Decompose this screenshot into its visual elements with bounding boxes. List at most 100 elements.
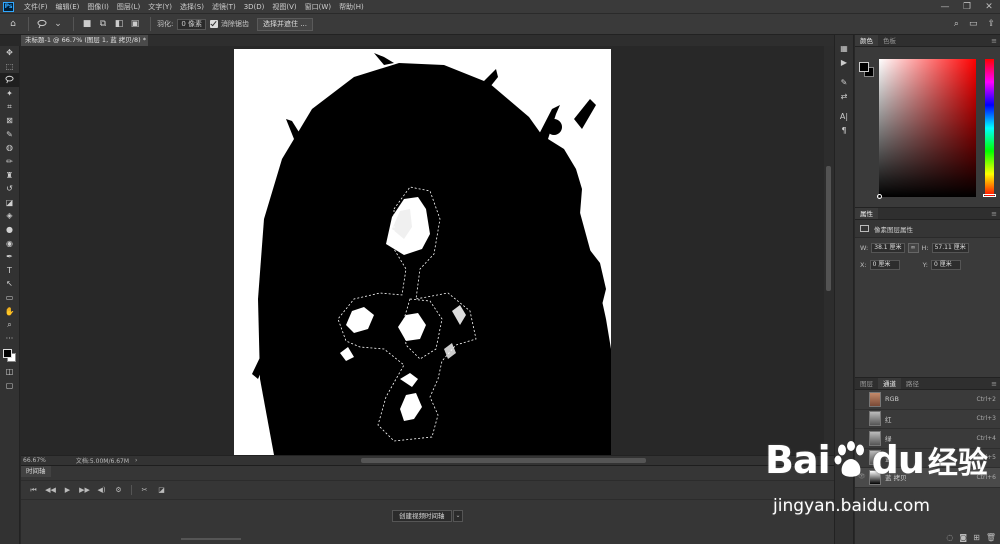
color-swatches[interactable] [0, 347, 19, 365]
intersect-selection-icon[interactable]: ▣ [128, 17, 142, 31]
menu-select[interactable]: 选择(S) [176, 2, 208, 12]
feather-input[interactable]: 0 像素 [177, 18, 207, 30]
tab-layers[interactable]: 图层 [855, 378, 878, 389]
document-tab[interactable]: 未标题-1 @ 66.7% (图层 1, 蓝 拷贝/8) * × [21, 35, 153, 46]
type-tool-icon[interactable]: T [0, 264, 19, 278]
create-video-timeline-button[interactable]: 创建视频时间轴 [392, 510, 452, 522]
paragraph-panel-icon[interactable]: ¶ [835, 123, 853, 137]
move-tool-icon[interactable]: ✥ [0, 46, 19, 60]
magic-wand-tool-icon[interactable]: ✦ [0, 87, 19, 101]
hue-slider-handle[interactable] [983, 194, 996, 197]
add-selection-icon[interactable]: ⧉ [96, 17, 110, 31]
timeline-zoom-slider[interactable] [181, 538, 241, 540]
tab-paths[interactable]: 路径 [901, 378, 924, 389]
tab-timeline[interactable]: 时间轴 [21, 466, 51, 477]
character-panel-icon[interactable]: A| [835, 109, 853, 123]
prev-frame-icon[interactable]: ◀◀ [42, 486, 59, 494]
panel-menu-icon[interactable]: ≡ [991, 378, 1000, 389]
visibility-icon[interactable] [858, 395, 866, 403]
marquee-tool-icon[interactable]: ⬚ [0, 60, 19, 74]
shape-tool-icon[interactable]: ▭ [0, 291, 19, 305]
link-icon[interactable]: ∞ [907, 243, 919, 253]
horizontal-scrollbar[interactable] [361, 458, 646, 463]
lasso-tool-icon[interactable] [0, 73, 19, 87]
quick-mask-icon[interactable]: ◫ [0, 365, 19, 379]
new-selection-icon[interactable]: ■ [80, 17, 94, 31]
channel-row-rgb[interactable]: RGB Ctrl+2 [855, 390, 1000, 410]
foreground-color-swatch[interactable] [3, 349, 12, 359]
menu-help[interactable]: 帮助(H) [335, 2, 368, 12]
screen-mode-icon[interactable]: ▢ [0, 379, 19, 393]
lasso-preset-icon[interactable] [35, 17, 49, 31]
color-picker-field[interactable] [877, 59, 976, 199]
hue-slider[interactable] [983, 59, 996, 197]
brushes-panel-icon[interactable]: ✎ [835, 75, 853, 89]
scroll-thumb[interactable] [826, 166, 831, 291]
menu-type[interactable]: 文字(Y) [144, 2, 176, 12]
menu-3d[interactable]: 3D(D) [240, 3, 269, 11]
dodge-tool-icon[interactable]: ◉ [0, 236, 19, 250]
share-icon[interactable]: ⇪ [987, 19, 995, 29]
eyedropper-tool-icon[interactable]: ✎ [0, 128, 19, 142]
search-icon[interactable]: ⌕ [954, 19, 959, 29]
actions-panel-icon[interactable]: ▶ [835, 55, 853, 69]
frame-tool-icon[interactable]: ⊠ [0, 114, 19, 128]
canvas-area[interactable] [21, 46, 824, 455]
split-icon[interactable]: ✂ [136, 486, 153, 494]
x-input[interactable]: 0 厘米 [869, 260, 900, 270]
visibility-icon[interactable] [858, 415, 866, 423]
eraser-tool-icon[interactable]: ◪ [0, 196, 19, 210]
tab-color[interactable]: 颜色 [855, 35, 878, 46]
menu-window[interactable]: 窗口(W) [301, 2, 335, 12]
height-input[interactable]: 57.11 厘米 [931, 243, 969, 253]
select-and-mask-button[interactable]: 选择并遮住 ... [257, 17, 313, 31]
y-input[interactable]: 0 厘米 [930, 260, 961, 270]
pen-tool-icon[interactable]: ✒ [0, 250, 19, 264]
history-brush-tool-icon[interactable]: ↺ [0, 182, 19, 196]
tab-swatches[interactable]: 色板 [878, 35, 901, 46]
channel-row-red[interactable]: 红 Ctrl+3 [855, 410, 1000, 429]
adjust-panel-icon[interactable]: ⇄ [835, 89, 853, 103]
tab-properties[interactable]: 属性 [855, 208, 878, 219]
play-icon[interactable]: ▶ [59, 486, 76, 494]
restore-icon[interactable]: ❐ [956, 2, 978, 12]
brush-tool-icon[interactable]: ✏ [0, 155, 19, 169]
crop-tool-icon[interactable]: ⌗ [0, 100, 19, 114]
picker-cursor[interactable] [877, 194, 882, 199]
bucket-tool-icon[interactable]: ◈ [0, 209, 19, 223]
healing-tool-icon[interactable]: ◍ [0, 141, 19, 155]
menu-view[interactable]: 视图(V) [268, 2, 300, 12]
timeline-mode-dropdown-icon[interactable]: ⌄ [453, 510, 463, 522]
settings-icon[interactable]: ⚙ [110, 486, 127, 494]
document-canvas[interactable] [234, 49, 611, 455]
zoom-tool-icon[interactable]: ⌕ [0, 318, 19, 332]
panel-menu-icon[interactable]: ≡ [991, 208, 1000, 219]
audio-icon[interactable]: ◀) [93, 486, 110, 494]
zoom-level[interactable]: 66.67% [23, 457, 46, 464]
menu-file[interactable]: 文件(F) [20, 2, 52, 12]
first-frame-icon[interactable]: ⏮ [25, 486, 42, 495]
stamp-tool-icon[interactable]: ♜ [0, 168, 19, 182]
menu-layer[interactable]: 图层(L) [113, 2, 144, 12]
history-panel-icon[interactable]: ▦ [835, 41, 853, 55]
hand-tool-icon[interactable]: ✋ [0, 304, 19, 318]
width-input[interactable]: 38.1 厘米 [871, 243, 905, 253]
vertical-scrollbar[interactable] [824, 46, 834, 455]
more-tools-icon[interactable]: ··· [0, 331, 19, 345]
transition-icon[interactable]: ◪ [153, 486, 170, 494]
next-frame-icon[interactable]: ▶▶ [76, 486, 93, 494]
subtract-selection-icon[interactable]: ◧ [112, 17, 126, 31]
workspace-icon[interactable]: ▭ [969, 19, 978, 29]
menu-edit[interactable]: 编辑(E) [52, 2, 84, 12]
menu-image[interactable]: 图像(I) [83, 2, 113, 12]
panel-menu-icon[interactable]: ≡ [991, 35, 1000, 46]
panel-foreground-swatch[interactable] [859, 62, 869, 72]
status-menu-icon[interactable]: › [135, 457, 137, 464]
blur-tool-icon[interactable]: ● [0, 223, 19, 237]
close-icon[interactable]: ✕ [978, 2, 1000, 12]
minimize-icon[interactable]: — [934, 2, 956, 12]
menu-filter[interactable]: 滤镜(T) [208, 2, 240, 12]
tab-channels[interactable]: 通道 [878, 378, 901, 389]
path-select-tool-icon[interactable]: ↖ [0, 277, 19, 291]
dropdown-caret-icon[interactable]: ⌄ [51, 17, 65, 31]
